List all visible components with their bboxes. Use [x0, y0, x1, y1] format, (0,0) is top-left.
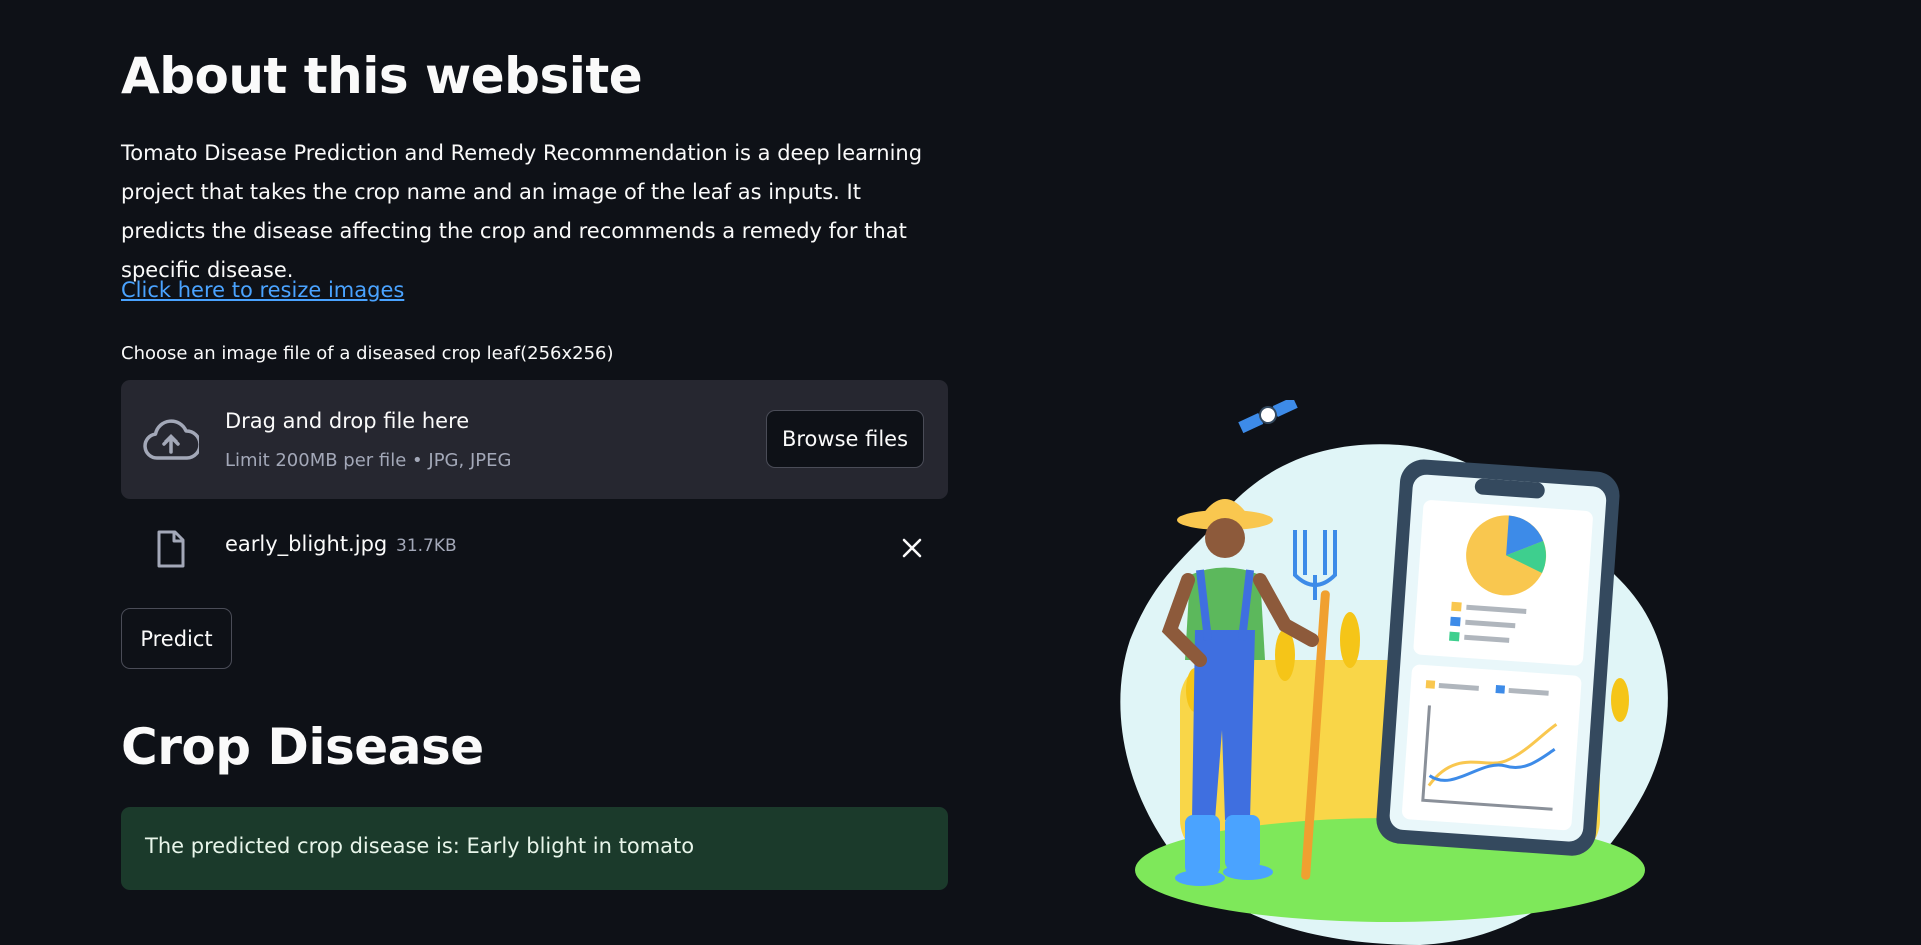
dropzone-title: Drag and drop file here: [225, 409, 470, 433]
close-icon[interactable]: [899, 535, 925, 561]
prediction-success-alert: The predicted crop disease is: Early bli…: [121, 807, 948, 890]
farmer-smartphone-illustration: [1120, 400, 1668, 945]
uploaded-file-row: early_blight.jpg 31.7KB: [121, 520, 948, 576]
cloud-upload-icon: [143, 419, 199, 460]
uploaded-file-size: 31.7KB: [396, 536, 457, 556]
file-dropzone[interactable]: Drag and drop file here Limit 200MB per …: [121, 380, 948, 499]
predict-button[interactable]: Predict: [121, 608, 232, 669]
uploaded-file-name: early_blight.jpg: [225, 532, 388, 556]
dropzone-limit-text: Limit 200MB per file • JPG, JPEG: [225, 450, 512, 471]
file-icon: [157, 530, 185, 568]
prediction-result-text: The predicted crop disease is: Early bli…: [145, 834, 695, 858]
browse-files-button[interactable]: Browse files: [766, 410, 924, 468]
app-page: About this website Tomato Disease Predic…: [0, 0, 1921, 945]
uploader-label: Choose an image file of a diseased crop …: [121, 343, 614, 364]
resize-images-link[interactable]: Click here to resize images: [121, 278, 404, 302]
about-description: Tomato Disease Prediction and Remedy Rec…: [121, 141, 923, 282]
crop-disease-heading: Crop Disease: [121, 718, 484, 776]
page-title: About this website: [121, 47, 643, 105]
